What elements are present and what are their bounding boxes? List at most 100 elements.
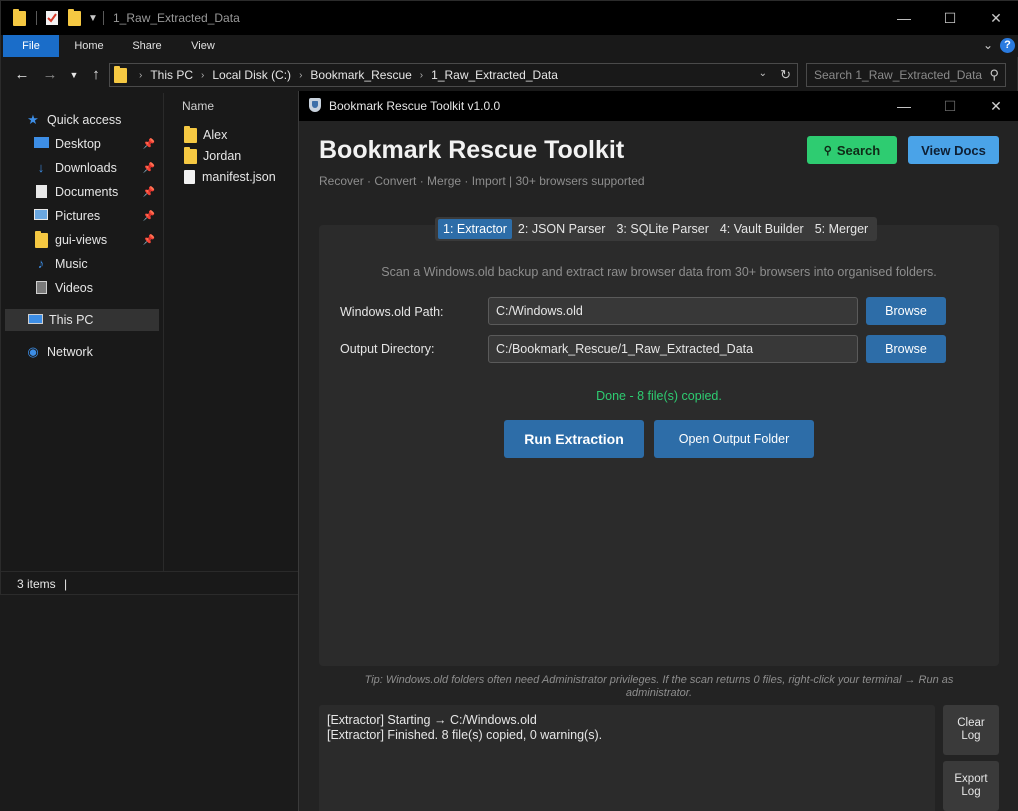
- properties-icon[interactable]: [45, 10, 59, 26]
- sidebar-item-documents[interactable]: Documents 📌: [33, 181, 159, 203]
- search-button-label: Search: [836, 142, 881, 158]
- folder-icon: [13, 8, 26, 26]
- chevron-right-icon[interactable]: ›: [299, 70, 302, 81]
- list-item[interactable]: manifest.json: [184, 167, 276, 187]
- breadcrumb-raw-extracted[interactable]: 1_Raw_Extracted_Data: [431, 68, 558, 82]
- up-arrow-icon[interactable]: ↑: [87, 66, 105, 84]
- new-folder-icon[interactable]: [68, 8, 81, 26]
- clear-log-button[interactable]: Clear Log: [943, 705, 999, 755]
- view-docs-button[interactable]: View Docs: [908, 136, 999, 164]
- page-title: Bookmark Rescue Toolkit: [319, 136, 625, 164]
- log-line: [Extractor] Starting → C:/Windows.old: [327, 713, 537, 727]
- help-icon[interactable]: ?: [1000, 38, 1015, 53]
- address-bar[interactable]: › This PC › Local Disk (C:) › Bookmark_R…: [109, 63, 798, 87]
- sidebar-item-label: Pictures: [55, 209, 101, 223]
- pin-icon[interactable]: 📌: [143, 139, 155, 150]
- sidebar-item-music[interactable]: ♪ Music: [33, 253, 159, 275]
- sidebar-item-label: Music: [55, 257, 88, 271]
- tab-vault-builder[interactable]: 4: Vault Builder: [715, 219, 809, 239]
- toolkit-window: Bookmark Rescue Toolkit v1.0.0 — ☐ ✕ Boo…: [298, 91, 1018, 811]
- export-log-button[interactable]: Export Log: [943, 761, 999, 811]
- tab-extractor[interactable]: 1: Extractor: [438, 219, 512, 239]
- chevron-right-icon[interactable]: ›: [420, 70, 423, 81]
- sidebar-item-downloads[interactable]: ↓ Downloads 📌: [33, 157, 159, 179]
- column-header-name[interactable]: Name: [182, 99, 214, 113]
- file-name: manifest.json: [202, 170, 276, 184]
- search-icon: ⚲: [823, 144, 832, 157]
- expand-ribbon-icon[interactable]: ⌄: [983, 38, 993, 52]
- page-subtitle: Recover · Convert · Merge · Import | 30+…: [319, 174, 645, 188]
- breadcrumb-local-disk[interactable]: Local Disk (C:): [212, 68, 291, 82]
- tip-text: Tip: Windows.old folders often need Admi…: [364, 674, 954, 699]
- sidebar-item-label: Desktop: [55, 137, 101, 151]
- sidebar-item-pictures[interactable]: Pictures 📌: [33, 205, 159, 227]
- close-button[interactable]: ✕: [973, 91, 1018, 121]
- browse-output-button[interactable]: Browse: [866, 335, 946, 363]
- minimize-button[interactable]: —: [881, 91, 927, 121]
- chevron-right-icon[interactable]: ›: [139, 70, 142, 81]
- music-icon: ♪: [37, 256, 45, 271]
- sidebar-item-desktop[interactable]: Desktop 📌: [33, 133, 159, 155]
- windows-old-path-input[interactable]: [488, 297, 858, 325]
- pin-icon[interactable]: 📌: [143, 163, 155, 174]
- search-button[interactable]: ⚲ Search: [807, 136, 897, 164]
- sidebar-item-label: Network: [47, 345, 93, 359]
- close-button[interactable]: ✕: [973, 1, 1018, 35]
- tab-home[interactable]: Home: [63, 35, 115, 57]
- output-directory-label: Output Directory:: [340, 342, 435, 356]
- breadcrumb-this-pc[interactable]: This PC: [150, 68, 193, 82]
- list-item[interactable]: Alex: [184, 125, 227, 145]
- tab-bar: 1: Extractor 2: JSON Parser 3: SQLite Pa…: [435, 217, 878, 241]
- item-count: 3 items: [17, 577, 56, 591]
- sidebar-item-this-pc[interactable]: This PC: [5, 309, 159, 331]
- file-name: Alex: [203, 128, 228, 142]
- folder-icon: [184, 146, 197, 164]
- customize-toolbar-icon[interactable]: ▼: [88, 10, 98, 26]
- network-icon: ◉: [27, 344, 39, 359]
- open-output-folder-button[interactable]: Open Output Folder: [654, 420, 814, 458]
- pin-icon[interactable]: 📌: [143, 211, 155, 222]
- search-input[interactable]: Search 1_Raw_Extracted_Data ⚲: [806, 63, 1006, 87]
- log-output[interactable]: [Extractor] Starting → C:/Windows.old [E…: [319, 705, 935, 811]
- sidebar-item-videos[interactable]: Videos: [33, 277, 159, 299]
- list-item[interactable]: Jordan: [184, 146, 241, 166]
- document-icon: [33, 185, 49, 199]
- address-row: ← → ▼ ↑ › This PC › Local Disk (C:) › Bo…: [1, 59, 1018, 91]
- navigation-pane: ★ Quick access Desktop 📌 ↓ Downloads 📌 D…: [1, 93, 161, 571]
- run-extraction-button[interactable]: Run Extraction: [504, 420, 644, 458]
- toolkit-title-bar: Bookmark Rescue Toolkit v1.0.0 — ☐ ✕: [299, 91, 1018, 121]
- chevron-down-icon[interactable]: ⌄: [759, 68, 767, 79]
- sidebar-item-label: Videos: [55, 281, 93, 295]
- pin-icon[interactable]: 📌: [143, 187, 155, 198]
- sidebar-item-quick-access[interactable]: ★ Quick access: [25, 109, 159, 131]
- download-icon: ↓: [37, 160, 45, 175]
- maximize-button[interactable]: ☐: [927, 1, 973, 35]
- breadcrumb-bookmark-rescue[interactable]: Bookmark_Rescue: [310, 68, 411, 82]
- recent-locations-icon[interactable]: ▼: [65, 66, 83, 84]
- back-arrow-icon[interactable]: ←: [13, 66, 31, 84]
- extractor-panel: 1: Extractor 2: JSON Parser 3: SQLite Pa…: [319, 217, 999, 666]
- forward-arrow-icon[interactable]: →: [41, 66, 59, 84]
- tab-sqlite-parser[interactable]: 3: SQLite Parser: [611, 219, 713, 239]
- desktop-icon: [33, 137, 49, 151]
- pin-icon[interactable]: 📌: [143, 235, 155, 246]
- folder-icon: [114, 65, 127, 83]
- browse-windows-old-button[interactable]: Browse: [866, 297, 946, 325]
- maximize-button[interactable]: ☐: [927, 91, 973, 121]
- file-name: Jordan: [203, 149, 242, 163]
- sidebar-item-gui-views[interactable]: gui-views 📌: [33, 229, 159, 251]
- status-bar: 3 items |: [1, 571, 298, 595]
- output-directory-input[interactable]: [488, 335, 858, 363]
- folder-icon: [33, 231, 49, 248]
- video-icon: [33, 281, 49, 295]
- refresh-icon[interactable]: ↻: [780, 67, 791, 83]
- tab-file[interactable]: File: [3, 35, 59, 57]
- sidebar-item-network[interactable]: ◉ Network: [25, 341, 159, 363]
- tab-merger[interactable]: 5: Merger: [810, 219, 874, 239]
- minimize-button[interactable]: —: [881, 1, 927, 35]
- chevron-right-icon[interactable]: ›: [201, 70, 204, 81]
- file-list: Name Alex Jordan manifest.json: [163, 93, 298, 571]
- tab-json-parser[interactable]: 2: JSON Parser: [513, 219, 611, 239]
- tab-share[interactable]: Share: [123, 35, 171, 57]
- tab-view[interactable]: View: [181, 35, 225, 57]
